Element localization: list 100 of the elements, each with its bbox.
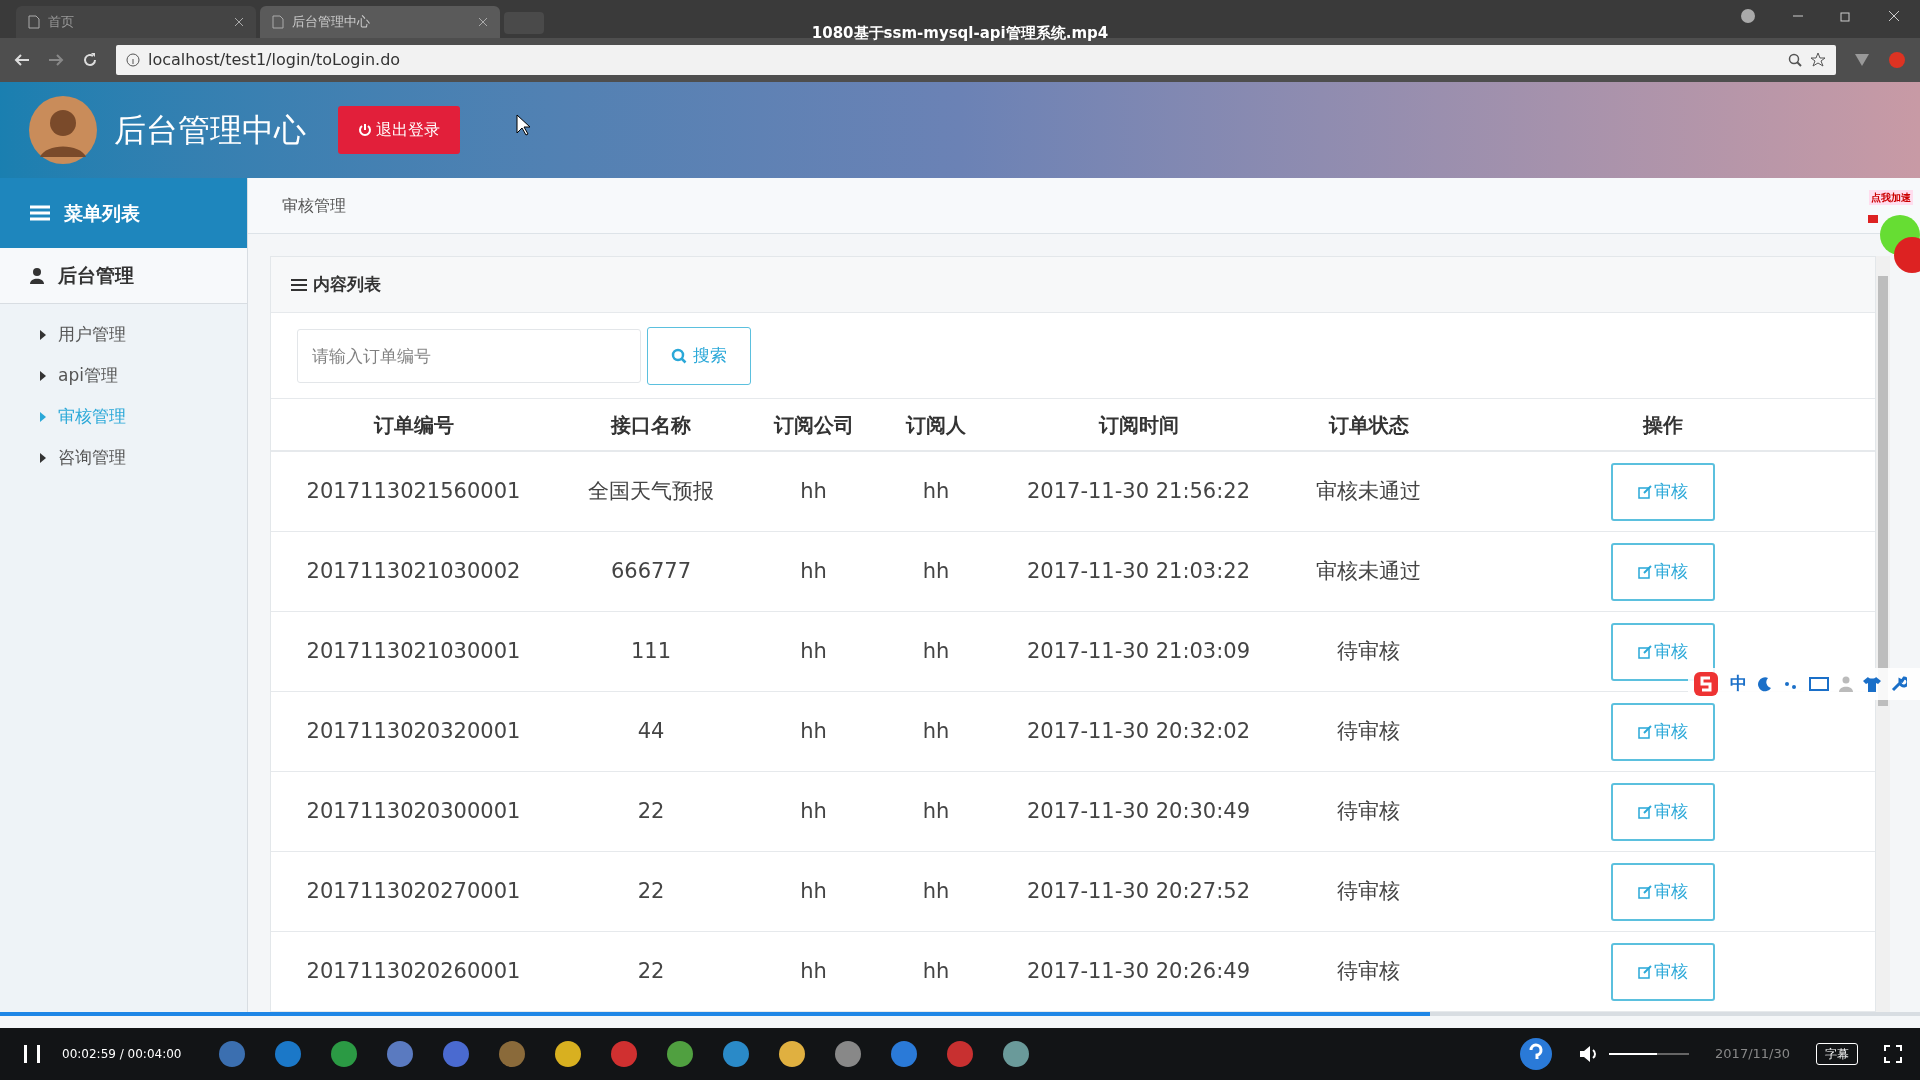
speed-up-label[interactable]: 点我加速	[1869, 190, 1913, 205]
table-cell-text: 22	[636, 957, 666, 985]
help-icon[interactable]	[1519, 1037, 1554, 1071]
filter-icon[interactable]	[1854, 53, 1870, 67]
ime-toolbar[interactable]: 中	[1688, 668, 1920, 700]
close-icon[interactable]	[1888, 10, 1900, 22]
tab-title: 首页	[48, 13, 75, 32]
app-icon[interactable]	[889, 1039, 920, 1069]
review-button[interactable]: 审核	[1611, 782, 1715, 841]
column-header: 订阅时间	[1097, 411, 1180, 439]
review-button[interactable]: 审核	[1611, 462, 1715, 521]
sidebar-item[interactable]: 用户管理	[0, 314, 247, 355]
table-cell-text: 2017113021030002	[305, 557, 522, 585]
app-icon[interactable]	[665, 1039, 696, 1069]
list-icon	[30, 205, 50, 221]
app-icon[interactable]	[329, 1039, 360, 1069]
sidebar-item[interactable]: api管理	[0, 355, 247, 396]
keyboard-icon[interactable]	[1809, 677, 1829, 691]
table-cell-text: 2017-11-30 20:26:49	[1025, 957, 1251, 985]
table-cell-text: hh	[921, 877, 951, 905]
column-header: 订单编号	[372, 411, 455, 439]
app-icon[interactable]	[441, 1039, 472, 1069]
app-icon[interactable]	[273, 1039, 304, 1069]
table-cell-text: hh	[799, 877, 828, 905]
search-field[interactable]: 请输入订单编号	[297, 328, 641, 383]
sogou-logo-icon	[1692, 670, 1720, 698]
table-cell-text: 2017113020260001	[305, 957, 522, 985]
search-button[interactable]: 搜索	[647, 326, 751, 385]
review-button[interactable]: 审核	[1611, 862, 1715, 921]
address-bar[interactable]: localhost/test1/login/toLogin.do	[116, 45, 1836, 75]
header-title: 后台管理中心	[114, 110, 306, 151]
table-cell-text: 待审核	[1336, 957, 1401, 985]
logout-button[interactable]: 退出登录	[338, 106, 460, 154]
review-button[interactable]: 审核	[1611, 542, 1715, 601]
panel-title: 内容列表	[313, 272, 381, 296]
edit-icon	[1638, 484, 1652, 499]
restore-icon[interactable]	[1840, 10, 1852, 22]
review-button[interactable]: 审核	[1611, 942, 1715, 1001]
table-cell-text: 2017113020320001	[305, 717, 522, 745]
table-cell-text: 审核未通过	[1315, 557, 1422, 585]
table-cell-text: 2017-11-30 21:56:22	[1025, 477, 1251, 505]
back-arrow-icon[interactable]	[14, 53, 30, 67]
column-header: 订阅公司	[772, 411, 855, 439]
table-cell-text: 2017-11-30 21:03:09	[1025, 637, 1251, 665]
table-cell-text: 2017-11-30 20:27:52	[1025, 877, 1251, 905]
caret-icon	[40, 370, 46, 381]
table-cell-text: 2017113020300001	[305, 797, 522, 825]
table-cell-text: hh	[799, 797, 828, 825]
sidebar-section[interactable]: 后台管理	[0, 248, 247, 304]
edit-icon	[1638, 724, 1652, 739]
browser-tab[interactable]: 首页	[16, 6, 256, 38]
app-icon[interactable]	[833, 1039, 864, 1069]
table-cell-text: 全国天气预报	[587, 477, 715, 505]
edit-icon	[1638, 564, 1652, 579]
reload-icon[interactable]	[82, 52, 98, 68]
edit-icon	[1638, 804, 1652, 819]
taskbar-date: 2017/11/30	[1715, 1045, 1790, 1064]
close-icon[interactable]	[478, 17, 488, 27]
star-icon[interactable]	[1810, 52, 1826, 68]
avatar-icon	[28, 95, 98, 165]
caret-icon	[40, 411, 46, 422]
app-icon[interactable]	[385, 1039, 416, 1069]
app-icon[interactable]	[1001, 1039, 1032, 1069]
table-cell-text: 2017-11-30 20:30:49	[1025, 797, 1251, 825]
caret-icon	[40, 452, 46, 463]
table-cell-text: hh	[799, 957, 828, 985]
table-cell-text: 审核未通过	[1315, 477, 1422, 505]
sidebar-item[interactable]: 审核管理	[0, 396, 247, 437]
table-cell-text: 2017113021560001	[305, 477, 522, 505]
table-cell-text: 2017-11-30 21:03:22	[1025, 557, 1251, 585]
edit-icon	[1638, 884, 1652, 899]
zoom-icon[interactable]	[1788, 53, 1802, 67]
table-cell-text: hh	[799, 477, 828, 505]
table-cell-text: 2017113020270001	[305, 877, 522, 905]
video-progress-track[interactable]	[0, 1012, 1920, 1016]
fullscreen-icon[interactable]	[1884, 1045, 1902, 1063]
table-cell-text: 666777	[609, 557, 693, 585]
table-cell-text: hh	[921, 717, 951, 745]
app-icon[interactable]	[553, 1039, 584, 1069]
table-cell-text: hh	[799, 717, 828, 745]
url-text: localhost/test1/login/toLogin.do	[148, 49, 402, 71]
info-icon	[126, 53, 140, 67]
browser-tab[interactable]: 后台管理中心	[260, 6, 500, 38]
review-button[interactable]: 审核	[1611, 702, 1715, 761]
video-title: 1080基于ssm-mysql-api管理系统.mp4	[811, 23, 1109, 44]
ime-mode[interactable]: 中	[1730, 671, 1747, 697]
subtitle-button[interactable]: 字幕	[1816, 1043, 1858, 1065]
mouse-cursor-icon	[516, 114, 530, 136]
tab-title: 后台管理中心	[292, 13, 371, 32]
column-header: 接口名称	[609, 411, 692, 439]
table-cell-text: 待审核	[1336, 637, 1401, 665]
app-icon[interactable]	[721, 1039, 752, 1069]
table-cell-text: hh	[921, 957, 951, 985]
app-icon[interactable]	[777, 1039, 808, 1069]
table-cell-text: 待审核	[1336, 797, 1401, 825]
close-icon[interactable]	[234, 17, 244, 27]
moon-icon[interactable]	[1757, 676, 1773, 692]
shirt-icon[interactable]	[1863, 676, 1881, 692]
table-cell-text: hh	[799, 557, 828, 585]
sidebar-item[interactable]: 咨询管理	[0, 437, 247, 478]
